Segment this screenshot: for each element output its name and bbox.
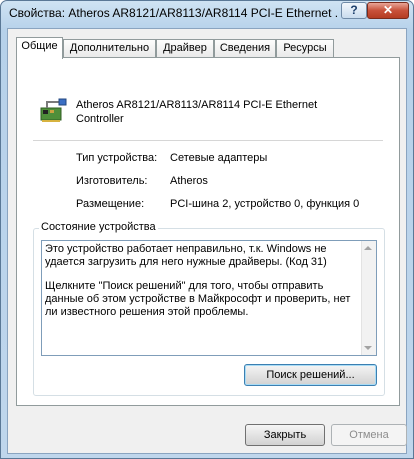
network-adapter-icon <box>39 98 67 124</box>
manufacturer-value: Atheros <box>170 175 208 187</box>
tab-details[interactable]: Сведения <box>214 39 276 58</box>
manufacturer-label: Изготовитель: <box>76 175 148 187</box>
cancel-button[interactable]: Отмена <box>331 424 407 446</box>
dialog-body: Общие Дополнительно Драйвер Сведения Рес… <box>7 28 407 454</box>
find-solutions-button[interactable]: Поиск решений... <box>244 364 377 386</box>
scroll-down-arrow-icon[interactable] <box>364 346 372 350</box>
device-type-value: Сетевые адаптеры <box>170 152 268 164</box>
location-label: Размещение: <box>76 198 145 210</box>
tab-resources[interactable]: Ресурсы <box>276 39 334 58</box>
close-button[interactable]: Закрыть <box>245 424 325 446</box>
device-type-label: Тип устройства: <box>76 152 158 164</box>
status-error-message: Это устройство работает неправильно, т.к… <box>45 243 327 268</box>
general-tab-panel: Atheros AR8121/AR8113/AR8114 PCI-E Ether… <box>16 57 400 406</box>
window-title: Свойства: Atheros AR8121/AR8113/AR8114 P… <box>9 6 339 20</box>
properties-dialog: Свойства: Atheros AR8121/AR8113/AR8114 P… <box>0 0 414 459</box>
status-text: Это устройство работает неправильно, т.к… <box>45 243 355 330</box>
tab-driver[interactable]: Драйвер <box>156 39 214 58</box>
tab-general[interactable]: Общие <box>16 37 63 59</box>
help-button[interactable]: ? <box>341 2 367 19</box>
title-bar[interactable]: Свойства: Atheros AR8121/AR8113/AR8114 P… <box>1 1 413 25</box>
location-value: PCI-шина 2, устройство 0, функция 0 <box>170 198 360 210</box>
scroll-up-arrow-icon[interactable] <box>364 246 372 250</box>
separator <box>33 140 383 141</box>
tab-advanced[interactable]: Дополнительно <box>63 39 156 58</box>
status-scrollbar[interactable] <box>361 241 376 355</box>
device-status-textbox[interactable]: Это устройство работает неправильно, т.к… <box>41 240 377 356</box>
status-hint-message: Щелкните "Поиск решений" для того, чтобы… <box>45 280 351 318</box>
device-status-title: Состояние устройства <box>39 221 158 233</box>
close-window-button[interactable]: ✕ <box>367 2 409 19</box>
device-name: Atheros AR8121/AR8113/AR8114 PCI-E Ether… <box>76 99 318 125</box>
